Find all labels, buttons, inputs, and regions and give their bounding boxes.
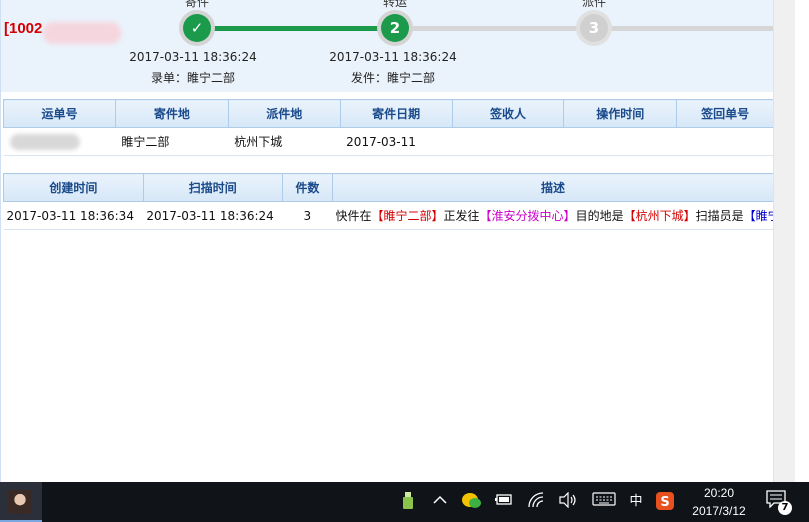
- col-op-time: 操作时间: [563, 99, 678, 128]
- desc-text: 正发往: [443, 209, 480, 223]
- waybill-table: 运单号 寄件地 派件地 寄件日期 签收人 操作时间 签回单号 睢宁二部 杭州下城…: [3, 99, 773, 156]
- progress-bar-pending-tail: [607, 26, 773, 31]
- col-created: 创建时间: [3, 173, 144, 202]
- usb-device-icon[interactable]: [398, 492, 418, 512]
- tracking-number: [1002: [4, 20, 43, 37]
- scan-table: 创建时间 扫描时间 件数 描述 2017-03-11 18:36:34 2017…: [3, 173, 773, 230]
- col-scanned: 扫描时间: [142, 173, 283, 202]
- col-send-date: 寄件日期: [339, 99, 453, 128]
- taskbar-app-button[interactable]: [0, 482, 42, 522]
- col-count: 件数: [281, 173, 334, 202]
- step-2-time: 2017-03-11 18:36:24: [329, 50, 457, 64]
- window-edge: [795, 0, 809, 482]
- desc-text: 目的地是: [575, 209, 624, 223]
- waybill-no-cell: [3, 127, 116, 156]
- return-no-cell: [676, 127, 773, 156]
- clock-date: 2017/3/12: [692, 504, 746, 518]
- chevron-up-icon[interactable]: [430, 492, 450, 512]
- step-1-operator: 录单：睢宁二部: [150, 71, 235, 85]
- col-description: 描述: [332, 173, 773, 202]
- system-clock[interactable]: 20:20 2017/3/12: [682, 484, 756, 520]
- table-row: 2017-03-11 18:36:34 2017-03-11 18:36:24 …: [3, 201, 773, 230]
- desc-destination: 【杭州下城】: [623, 209, 696, 223]
- desc-origin: 【睢宁二部】: [371, 209, 444, 223]
- table-row: 睢宁二部 杭州下城 2017-03-11: [3, 127, 773, 156]
- step-3-label: 派件: [581, 0, 606, 9]
- progress-bar-done: [211, 26, 383, 31]
- step-2-marker: 2: [381, 14, 409, 42]
- ime-language-indicator[interactable]: 中: [626, 492, 646, 512]
- destination-cell: 杭州下城: [228, 127, 341, 156]
- desc-scanner: 【睢宁: [743, 209, 773, 223]
- progress-bar-pending: [409, 26, 579, 31]
- wechat-icon[interactable]: [462, 492, 482, 512]
- desc-text: 快件在: [335, 209, 372, 223]
- step-2-operator: 发件：睢宁二部: [350, 71, 435, 85]
- speaker-icon[interactable]: [558, 491, 578, 512]
- step-3-marker: 3: [580, 14, 608, 42]
- redacted-waybill-no: [9, 133, 80, 150]
- step-1-time: 2017-03-11 18:36:24: [129, 50, 257, 64]
- col-return-no: 签回单号: [676, 99, 773, 128]
- count-cell: 3: [282, 201, 333, 230]
- tracking-page: [1002 寄件 ✓ 2017-03-11 18:36:24 录单：睢宁二部 转…: [0, 0, 773, 482]
- signer-cell: [452, 127, 564, 156]
- redacted-tracking-number: [43, 22, 121, 44]
- description-cell: 快件在【睢宁二部】正发往【淮安分拨中心】目的地是【杭州下城】扫描员是【睢宁: [332, 201, 773, 230]
- sogou-input-icon[interactable]: S: [655, 492, 675, 512]
- avatar: [8, 490, 32, 514]
- col-signer: 签收人: [451, 99, 565, 128]
- step-1-label: 寄件: [184, 0, 209, 9]
- step-2-label: 转运: [382, 0, 407, 9]
- taskbar: 中 S 20:20 2017/3/12 7: [0, 482, 809, 522]
- vertical-scrollbar[interactable]: [773, 0, 795, 482]
- wifi-icon[interactable]: [526, 492, 546, 512]
- notification-count-badge: 7: [778, 501, 792, 515]
- tracking-header: [1002 寄件 ✓ 2017-03-11 18:36:24 录单：睢宁二部 转…: [1, 0, 773, 92]
- step-1-check-icon: ✓: [183, 14, 211, 42]
- battery-icon[interactable]: [494, 492, 514, 512]
- scanned-cell: 2017-03-11 18:36:24: [143, 201, 283, 230]
- keyboard-icon[interactable]: [592, 492, 616, 512]
- col-destination: 派件地: [227, 99, 341, 128]
- clock-time: 20:20: [703, 486, 735, 500]
- col-waybill-no: 运单号: [3, 99, 116, 128]
- desc-hub: 【淮安分拨中心】: [479, 209, 576, 223]
- col-origin: 寄件地: [114, 99, 229, 128]
- origin-cell: 睢宁二部: [115, 127, 229, 156]
- svg-text:S: S: [660, 495, 669, 510]
- desc-text: 扫描员是: [695, 209, 744, 223]
- created-cell: 2017-03-11 18:36:34: [3, 201, 144, 230]
- send-date-cell: 2017-03-11: [340, 127, 453, 156]
- op-time-cell: [563, 127, 677, 156]
